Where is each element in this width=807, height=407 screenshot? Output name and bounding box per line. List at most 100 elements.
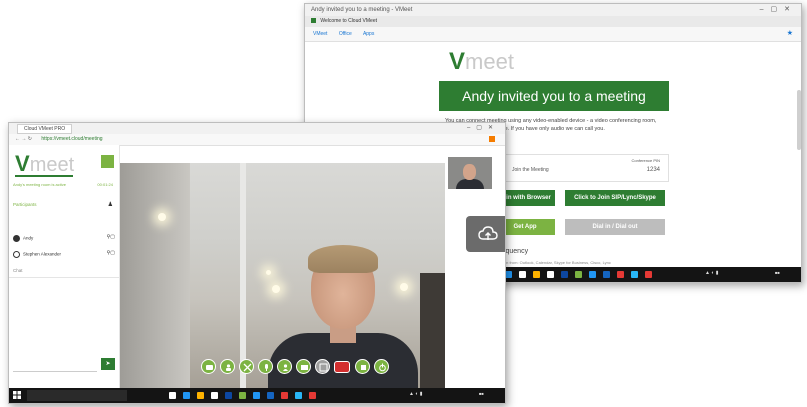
divider xyxy=(9,277,119,278)
taskbar-app-icon[interactable] xyxy=(505,271,512,278)
taskbar-app-icon[interactable] xyxy=(281,392,288,399)
taskbar-app-icon[interactable] xyxy=(547,271,554,278)
reload-icon[interactable]: ↻ xyxy=(28,136,32,142)
invite-banner: Andy invited you to a meeting xyxy=(439,81,669,111)
window-controls[interactable]: –▢✕ xyxy=(760,4,797,16)
vmeet-logo: Vmeet xyxy=(449,48,514,75)
window-titlebar: Cloud VMeet PRO –▢✕ xyxy=(9,123,505,134)
thumbnail-body xyxy=(456,179,484,189)
bookmark-vmeet[interactable]: VMeet xyxy=(313,31,327,37)
vmeet-logo: Vmeet xyxy=(15,151,75,176)
taskbar-app-icon[interactable] xyxy=(309,392,316,399)
taskbar-app-icon[interactable] xyxy=(267,392,274,399)
chat-send-button[interactable]: ➤ xyxy=(101,358,115,370)
participants-icon[interactable] xyxy=(220,359,235,374)
browser-window-meeting: Cloud VMeet PRO –▢✕ ← → ↻ https://vmeet.… xyxy=(8,122,506,404)
layout-icon[interactable] xyxy=(315,359,330,374)
system-tray-icon[interactable]: ▲ ◐ ▮ xyxy=(705,270,719,276)
meeting-sidebar: Vmeet Andy's meeting room is active 00:0… xyxy=(9,145,120,390)
self-view-thumbnail[interactable] xyxy=(446,155,494,191)
chat-heading: Chat xyxy=(13,268,23,273)
menu-toggle-button[interactable] xyxy=(101,155,114,168)
video-background xyxy=(420,273,445,390)
bookmark-apps[interactable]: Apps xyxy=(363,31,374,37)
tab-invitation[interactable]: Welcome to Cloud VMeet xyxy=(320,18,377,24)
bookmarks-bar: VMeet Office Apps ★ xyxy=(305,27,801,42)
extension-icon[interactable] xyxy=(489,136,495,142)
nav-forward-icon[interactable]: → xyxy=(21,136,26,142)
cloud-upload-button[interactable] xyxy=(466,216,505,252)
taskbar-clock-icon[interactable]: ■■ xyxy=(775,270,780,275)
taskbar-app-icon[interactable] xyxy=(183,392,190,399)
taskbar-app-icon[interactable] xyxy=(617,271,624,278)
nav-back-icon[interactable]: ← xyxy=(15,136,20,142)
ceiling-light xyxy=(400,283,408,291)
meeting-detail-box: Join the Meeting Conference PIN 1234 xyxy=(505,154,669,182)
video-background xyxy=(120,163,190,390)
camera-icon[interactable] xyxy=(277,359,292,374)
participant-status-icon xyxy=(13,251,20,258)
taskbar-app-icon[interactable] xyxy=(533,271,540,278)
main-video-feed xyxy=(120,163,445,390)
bookmark-office[interactable]: Office xyxy=(339,31,352,37)
record-icon[interactable] xyxy=(296,359,311,374)
detail-label: Join the Meeting xyxy=(512,167,549,173)
video-background xyxy=(240,163,246,390)
join-sip-button[interactable]: Click to Join SIP/Lync/Skype xyxy=(565,190,665,206)
participant-item[interactable]: Stephen Alexander xyxy=(13,251,61,258)
taskbar-app-icon[interactable] xyxy=(575,271,582,278)
taskbar-app-icon[interactable] xyxy=(589,271,596,278)
site-favicon-icon xyxy=(311,18,316,24)
taskbar-app-icon[interactable] xyxy=(197,392,204,399)
participant-controls-icon[interactable]: ⚲▢ xyxy=(107,234,115,240)
pin-label: Conference PIN xyxy=(631,158,660,163)
add-participant-icon[interactable]: ♟ xyxy=(108,201,113,208)
dial-in-button[interactable]: Dial in / Dial out xyxy=(565,219,665,235)
taskbar-app-icon[interactable] xyxy=(253,392,260,399)
bookmark-star-icon[interactable]: ★ xyxy=(787,27,793,41)
taskbar-app-icon[interactable] xyxy=(169,392,176,399)
power-icon[interactable] xyxy=(374,359,389,374)
taskbar-clock-icon[interactable]: ■■ xyxy=(479,391,484,396)
meeting-status: Andy's meeting room is active xyxy=(13,182,67,187)
page-scrollbar[interactable] xyxy=(797,90,801,150)
taskbar-app-icon[interactable] xyxy=(631,271,638,278)
chat-input[interactable] xyxy=(13,363,97,372)
microphone-icon[interactable] xyxy=(258,359,273,374)
logo-underline xyxy=(15,175,73,177)
windows-taskbar: ▲ ◐ ▮ ■■ xyxy=(9,388,505,403)
pin-value: 1234 xyxy=(646,167,660,173)
thumbnail-face xyxy=(463,164,476,180)
participant-status-icon xyxy=(13,235,20,242)
taskbar-search-box[interactable] xyxy=(27,390,127,401)
ceiling-light xyxy=(266,270,271,275)
system-tray-icon[interactable]: ▲ ◐ ▮ xyxy=(409,391,423,397)
participant-hair xyxy=(308,245,378,273)
taskbar-app-icon[interactable] xyxy=(211,392,218,399)
window-controls[interactable]: –▢✕ xyxy=(467,123,499,134)
taskbar-app-icon[interactable] xyxy=(225,392,232,399)
chat-icon[interactable] xyxy=(201,359,216,374)
taskbar-app-icon[interactable] xyxy=(561,271,568,278)
frequency-sub: Join from: Outlook, Calendar, Skype for … xyxy=(501,260,611,265)
tab-meeting[interactable]: Cloud VMeet PRO xyxy=(17,124,73,134)
window-titlebar: Andy invited you to a meeting - VMeet –▢… xyxy=(305,4,801,16)
participant-controls-icon[interactable]: ⚲▢ xyxy=(107,250,115,256)
participants-heading: Participants xyxy=(13,202,37,207)
ceiling-light xyxy=(272,285,280,293)
url-field[interactable]: https://vmeet.cloud/meeting xyxy=(41,134,102,145)
windows-start-icon[interactable] xyxy=(13,391,21,399)
taskbar-app-icon[interactable] xyxy=(603,271,610,278)
share-screen-icon[interactable] xyxy=(239,359,254,374)
cloud-upload-icon xyxy=(478,226,498,240)
tab-strip: Welcome to Cloud VMeet xyxy=(305,16,801,27)
taskbar-app-icon[interactable] xyxy=(239,392,246,399)
end-call-icon[interactable] xyxy=(334,361,350,373)
taskbar-app-icon[interactable] xyxy=(645,271,652,278)
ceiling-light xyxy=(158,213,166,221)
settings-icon[interactable] xyxy=(355,359,370,374)
meeting-timer: 00:01:24 xyxy=(97,182,113,187)
taskbar-app-icon[interactable] xyxy=(519,271,526,278)
taskbar-app-icon[interactable] xyxy=(295,392,302,399)
participant-item[interactable]: Andy xyxy=(13,235,33,242)
